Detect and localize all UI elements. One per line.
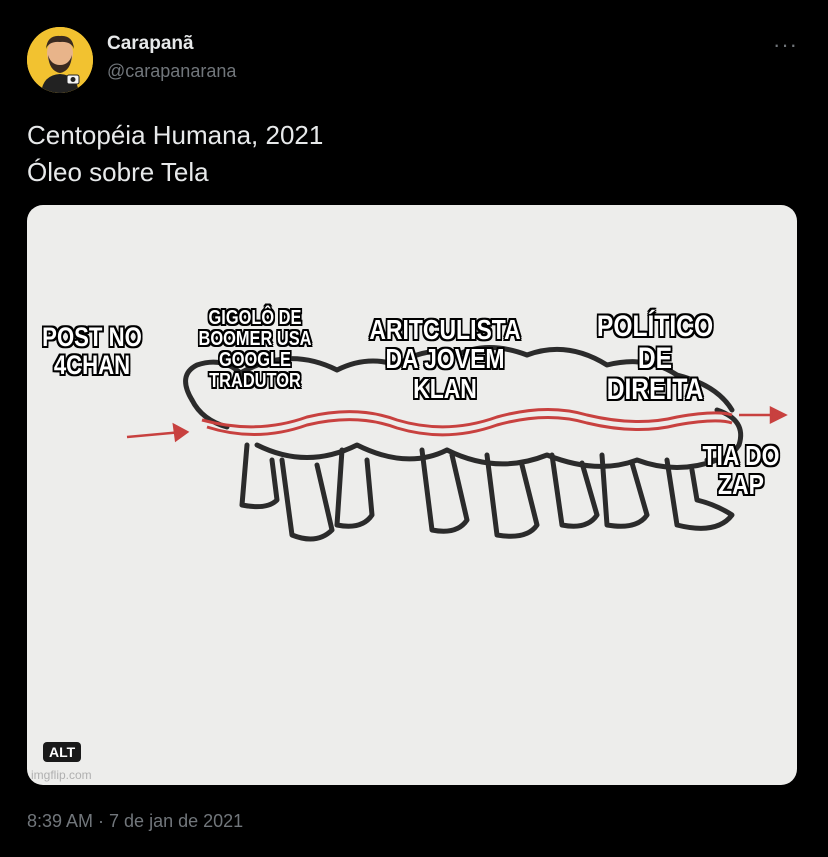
display-name[interactable]: Carapanã [107,33,194,55]
imgflip-watermark: imgflip.com [31,768,92,782]
tweet-text-line-1: Centopéia Humana, 2021 [27,120,324,150]
avatar[interactable] [27,27,93,93]
tweet-media-image[interactable]: POST NO 4CHAN GIGOLÔ DE BOOMER USA GOOGL… [27,205,797,785]
red-wavy-line-upper [201,408,733,429]
centipede-drawing [126,345,788,542]
avatar-illustration [27,27,93,93]
label-articulista: ARITCULISTA DA JOVEM KLAN [369,314,521,404]
label-post-4chan: POST NO 4CHAN [42,322,142,381]
exit-arrow-icon [739,405,788,425]
tweet-timestamp[interactable]: 8:39 AM · 7 de jan de 2021 [27,811,243,832]
label-politico: POLÍTICO DE DIREITA [596,310,714,406]
label-tia-do-zap: TIA DO ZAP [702,440,780,501]
more-options-icon[interactable]: ··· [773,32,798,58]
tweet-text: Centopéia Humana, 2021 Óleo sobre Tela [27,117,323,191]
tweet-text-line-2: Óleo sobre Tela [27,157,209,187]
alt-badge[interactable]: ALT [43,742,82,762]
label-gigolo: GIGOLÔ DE BOOMER USA GOOGLE TRADUTOR [198,307,312,392]
user-handle[interactable]: @carapanarana [107,61,236,82]
entry-arrow-icon [126,422,190,443]
